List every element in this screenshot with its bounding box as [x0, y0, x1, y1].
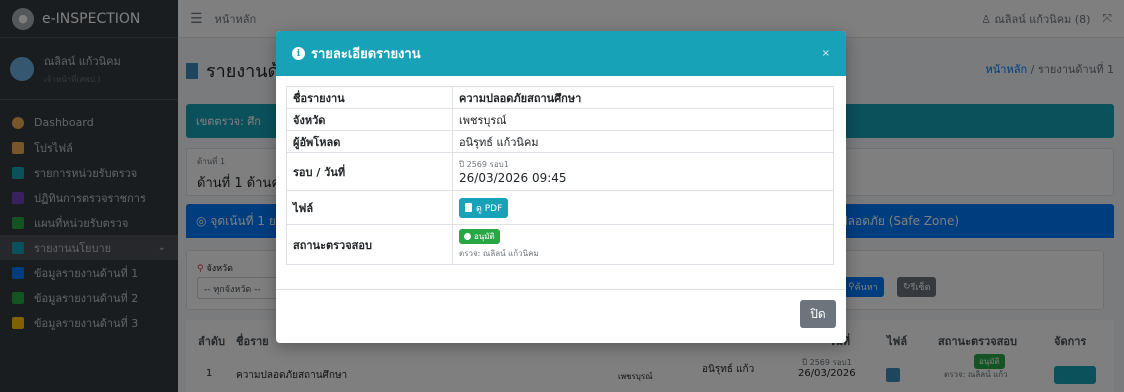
detail-table: ชื่อรายงาน ความปลอดภัยสถานศึกษา จังหวัด …: [286, 86, 834, 265]
detail-row-report: ชื่อรายงาน ความปลอดภัยสถานศึกษา: [286, 86, 834, 109]
province-value: เพชรบุรณ์: [452, 108, 834, 131]
report-name-value: ความปลอดภัยสถานศึกษา: [452, 86, 834, 109]
detail-row-province: จังหวัด เพชรบุรณ์: [286, 108, 834, 131]
view-pdf-button[interactable]: ดู PDF: [459, 197, 509, 218]
detail-row-uploader: ผู้อัพโหลด อนิรุทธ์ แก้วนิคม: [286, 130, 834, 153]
modal-footer: ปิด: [276, 289, 846, 343]
uploader-value: อนิรุทธ์ แก้วนิคม: [452, 130, 834, 153]
file-cell: ดู PDF: [452, 190, 834, 225]
report-name-label: ชื่อรายงาน: [286, 86, 453, 109]
status-cell: อนุมัติ ตรวจ: ณลิลน์ แก้วนิคม: [452, 224, 834, 265]
close-icon[interactable]: ×: [822, 48, 830, 59]
round-small: ปี 2569 รอบ1: [459, 160, 509, 169]
file-label: ไฟล์: [286, 190, 453, 225]
view-pdf-label: ดู PDF: [476, 203, 503, 214]
modal-body: ชื่อรายงาน ความปลอดภัยสถานศึกษา จังหวัด …: [276, 76, 846, 265]
report-detail-modal: i รายละเอียดรายงาน × ชื่อรายงาน ความปลอด…: [276, 31, 846, 343]
detail-row-status: สถานะตรวจสอบ อนุมัติ ตรวจ: ณลิลน์ แก้วนิ…: [286, 224, 834, 265]
modal-header: i รายละเอียดรายงาน ×: [276, 31, 846, 76]
uploader-label: ผู้อัพโหลด: [286, 130, 453, 153]
info-icon: i: [292, 47, 305, 60]
modal-title: รายละเอียดรายงาน: [311, 47, 421, 62]
check-circle-icon: [464, 233, 471, 240]
file-pdf-icon: [465, 203, 472, 212]
approved-badge: อนุมัติ: [459, 229, 500, 244]
round-label: รอบ / วันที่: [286, 152, 453, 191]
approved-label: อนุมัติ: [474, 232, 495, 241]
status-checker: ตรวจ: ณลิลน์ แก้วนิคม: [459, 249, 539, 258]
status-label: สถานะตรวจสอบ: [286, 224, 453, 265]
round-cell: ปี 2569 รอบ1 26/03/2026 09:45: [452, 152, 834, 191]
province-label: จังหวัด: [286, 108, 453, 131]
close-button[interactable]: ปิด: [800, 300, 836, 328]
round-date: 26/03/2026 09:45: [459, 171, 567, 185]
detail-row-file: ไฟล์ ดู PDF: [286, 190, 834, 225]
detail-row-round: รอบ / วันที่ ปี 2569 รอบ1 26/03/2026 09:…: [286, 152, 834, 191]
